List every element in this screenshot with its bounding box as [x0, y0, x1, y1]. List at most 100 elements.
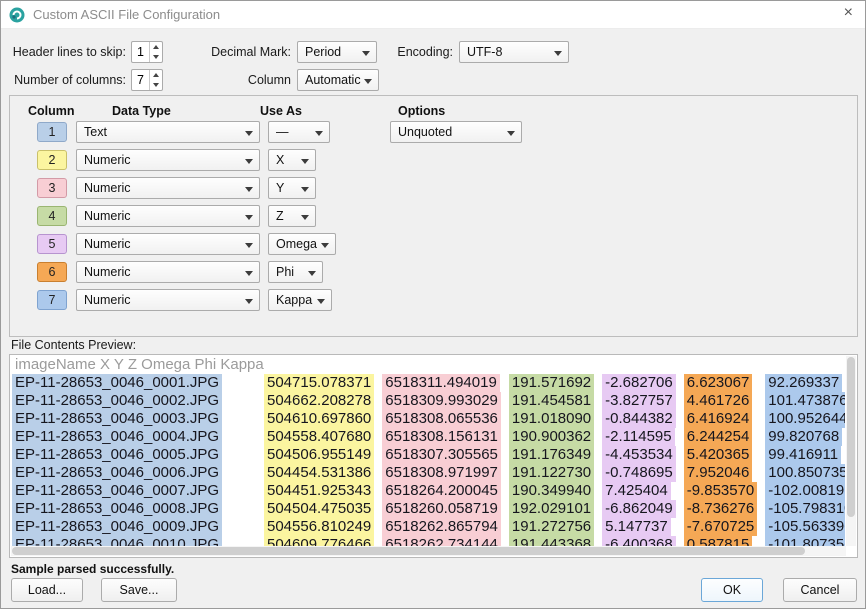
spinner-buttons	[149, 70, 162, 90]
preview-cell: 7.952046	[684, 464, 753, 482]
column-badge[interactable]: 7	[37, 290, 67, 310]
preview-cell: -102.008191	[765, 482, 845, 500]
encoding-select[interactable]: UTF-8	[459, 41, 569, 63]
chevron-down-icon	[245, 271, 253, 276]
use-as-select[interactable]: Kappa	[268, 289, 332, 311]
data-type-select-value: Numeric	[84, 237, 131, 251]
title-bar[interactable]: Custom ASCII File Configuration ×	[1, 1, 865, 29]
options-select[interactable]: Unquoted	[390, 121, 522, 143]
close-icon[interactable]: ×	[844, 4, 853, 22]
data-type-select[interactable]: Numeric	[76, 205, 260, 227]
preview-row: EP-11-28653_0046_0003.JPG504610.69786065…	[12, 410, 845, 428]
data-type-select[interactable]: Numeric	[76, 261, 260, 283]
cancel-button[interactable]: Cancel	[783, 578, 857, 602]
preview-cell: EP-11-28653_0046_0007.JPG	[12, 482, 222, 500]
preview-cell: 6518262.865794	[382, 518, 501, 536]
app-icon	[9, 7, 25, 23]
preview-cell: 6518311.494019	[382, 374, 500, 392]
preview-cell: EP-11-28653_0046_0001.JPG	[12, 374, 222, 392]
spin-down-icon[interactable]	[150, 80, 162, 90]
data-type-select[interactable]: Text	[76, 121, 260, 143]
save-button[interactable]: Save...	[101, 578, 177, 602]
column-config-panel: Column Data Type Use As Options 1Text—Un…	[9, 95, 858, 337]
preview-cell: 191.122730	[509, 464, 594, 482]
preview-cell: 504506.955149	[264, 446, 374, 464]
preview-content: imageName X Y Z Omega Phi Kappa EP-11-28…	[12, 356, 845, 546]
num-columns-label: Number of columns:	[11, 69, 126, 91]
preview-cell: 100.850735	[765, 464, 845, 482]
spin-up-icon[interactable]	[150, 70, 162, 80]
preview-cell: 6518308.971997	[382, 464, 501, 482]
chevron-down-icon	[245, 131, 253, 136]
data-type-select[interactable]: Numeric	[76, 233, 260, 255]
preview-cell: 101.473876	[765, 392, 845, 410]
chevron-down-icon	[308, 271, 316, 276]
preview-cell: 191.176349	[509, 446, 594, 464]
scrollbar-thumb[interactable]	[847, 357, 855, 517]
preview-cell: -6.400368	[602, 536, 676, 546]
header-lines-spinner[interactable]: 1	[131, 41, 163, 63]
use-as-select[interactable]: Z	[268, 205, 316, 227]
chevron-down-icon	[301, 187, 309, 192]
preview-row: EP-11-28653_0046_0006.JPG504454.53138665…	[12, 464, 845, 482]
preview-cell: 504610.697860	[264, 410, 374, 428]
use-as-select[interactable]: —	[268, 121, 330, 143]
chevron-down-icon	[364, 79, 372, 84]
vertical-scrollbar[interactable]	[846, 356, 856, 546]
use-as-select-value: Omega	[276, 237, 317, 251]
ok-button[interactable]: OK	[701, 578, 763, 602]
use-as-select-value: X	[276, 153, 284, 167]
use-as-select[interactable]: Omega	[268, 233, 336, 255]
status-text: Sample parsed successfully.	[11, 562, 174, 576]
spin-up-icon[interactable]	[150, 42, 162, 52]
preview-cell: 191.443368	[509, 536, 594, 546]
column-badge[interactable]: 5	[37, 234, 67, 254]
preview-cell: 504451.925343	[264, 482, 374, 500]
encoding-label: Encoding:	[397, 41, 453, 63]
decimal-mark-select[interactable]: Period	[297, 41, 377, 63]
preview-cell: 4.461726	[684, 392, 753, 410]
preview-cell: EP-11-28653_0046_0010.JPG	[12, 536, 222, 546]
custom-ascii-dialog: Custom ASCII File Configuration × Header…	[0, 0, 866, 609]
decimal-mark-value: Period	[305, 45, 341, 59]
preview-cell: 190.349940	[509, 482, 594, 500]
preview-cell: 504662.208278	[264, 392, 374, 410]
preview-cell: 6518308.156131	[382, 428, 501, 446]
file-contents-preview[interactable]: imageName X Y Z Omega Phi Kappa EP-11-28…	[9, 354, 858, 558]
preview-cell: 99.416911	[765, 446, 841, 464]
preview-cell: 504504.475035	[264, 500, 374, 518]
data-type-select[interactable]: Numeric	[76, 289, 260, 311]
preview-cell: 190.900362	[509, 428, 594, 446]
horizontal-scrollbar[interactable]	[11, 546, 846, 556]
scrollbar-thumb[interactable]	[12, 547, 805, 555]
use-as-select[interactable]: X	[268, 149, 316, 171]
preview-cell: -8.736276	[684, 500, 758, 518]
data-type-select[interactable]: Numeric	[76, 177, 260, 199]
preview-cell: 6518307.305565	[382, 446, 501, 464]
preview-cell: 6.416924	[684, 410, 753, 428]
num-columns-spinner[interactable]: 7	[131, 69, 163, 91]
load-button[interactable]: Load...	[11, 578, 83, 602]
preview-cell: 191.454581	[509, 392, 594, 410]
data-type-select[interactable]: Numeric	[76, 149, 260, 171]
data-type-select-value: Text	[84, 125, 107, 139]
column-badge[interactable]: 1	[37, 122, 67, 142]
preview-cell: 5.147737	[602, 518, 671, 536]
preview-row: EP-11-28653_0046_0001.JPG504715.07837165…	[12, 374, 845, 392]
column-badge[interactable]: 4	[37, 206, 67, 226]
preview-row: EP-11-28653_0046_0004.JPG504558.40768065…	[12, 428, 845, 446]
preview-cell: EP-11-28653_0046_0008.JPG	[12, 500, 222, 518]
preview-cell: -9.853570	[684, 482, 758, 500]
use-as-select[interactable]: Phi	[268, 261, 323, 283]
column-badge[interactable]: 3	[37, 178, 67, 198]
chevron-down-icon	[317, 299, 325, 304]
use-as-select[interactable]: Y	[268, 177, 316, 199]
use-as-select-value: Phi	[276, 265, 294, 279]
preview-cell: 92.269337	[765, 374, 842, 392]
column-badge[interactable]: 6	[37, 262, 67, 282]
spin-down-icon[interactable]	[150, 52, 162, 62]
header-lines-label: Header lines to skip:	[11, 41, 126, 63]
column-badge[interactable]: 2	[37, 150, 67, 170]
preview-cell: -2.114595	[602, 428, 674, 446]
column-separator-select[interactable]: Automatic	[297, 69, 379, 91]
